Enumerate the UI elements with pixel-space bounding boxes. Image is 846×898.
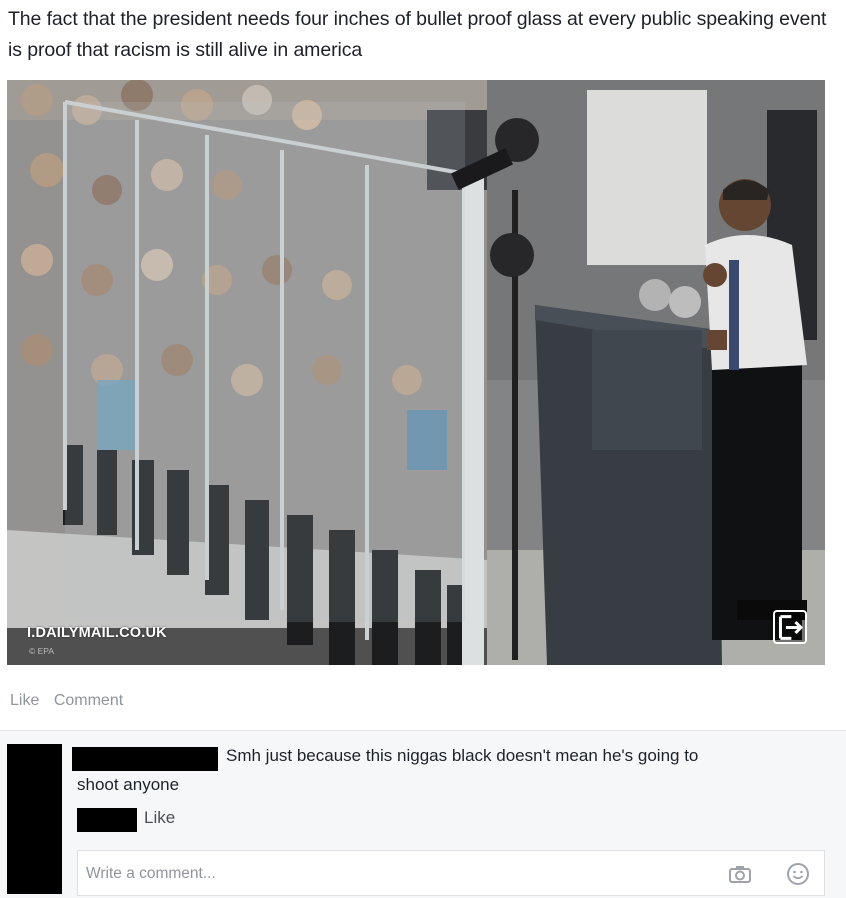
comment-like-link[interactable]: Like	[144, 808, 175, 828]
photo-credit: © EPA	[29, 646, 55, 656]
shared-photo[interactable]: I.DAILYMAIL.CO.UK © EPA	[7, 80, 825, 665]
comment-text: Smh just because this niggas black doesn…	[226, 746, 699, 765]
expand-icon[interactable]	[773, 610, 807, 644]
redacted-commenter-name	[72, 747, 218, 771]
like-link[interactable]: Like	[10, 692, 39, 709]
comment-link[interactable]: Comment	[54, 692, 123, 709]
post-text: The fact that the president needs four i…	[8, 8, 827, 61]
camera-icon[interactable]	[728, 864, 752, 884]
photo-image	[7, 80, 825, 665]
redacted-avatar	[7, 744, 62, 894]
redacted-comment-meta	[77, 808, 137, 832]
comment-composer[interactable]	[77, 850, 825, 896]
comment-text-continued: shoot anyone	[77, 775, 180, 794]
comment-input[interactable]	[86, 861, 686, 887]
post-actions: Like Comment	[10, 692, 133, 710]
photo-source-caption: I.DAILYMAIL.CO.UK	[27, 625, 167, 641]
emoji-icon[interactable]	[786, 862, 810, 886]
